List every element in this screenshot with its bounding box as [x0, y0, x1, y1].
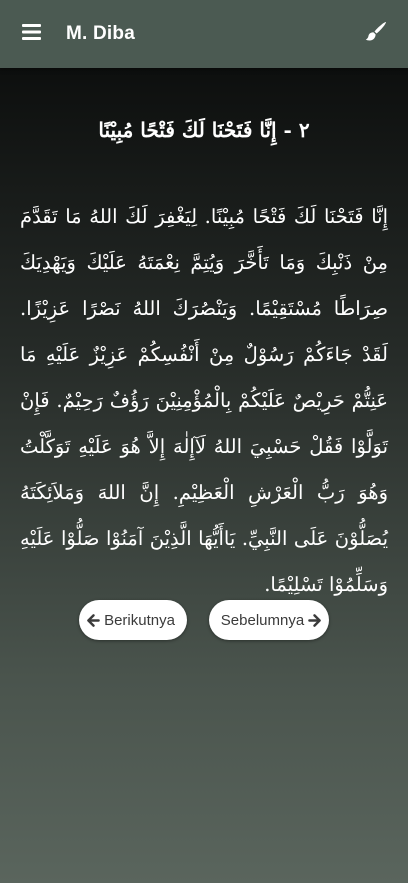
prev-button[interactable]: Berikutnya — [79, 600, 187, 640]
app-screen: M. Diba ٢ - إِنَّا فَتَحْنَا لَكَ فَتْحً… — [0, 0, 408, 883]
app-bar: M. Diba — [0, 0, 408, 68]
reading-content: ٢ - إِنَّا فَتَحْنَا لَكَ فَتْحًا مُبِيْ… — [0, 68, 408, 883]
arrow-right-icon — [308, 613, 322, 627]
menu-button[interactable] — [0, 0, 62, 68]
reading-heading: ٢ - إِنَّا فَتَحْنَا لَكَ فَتْحًا مُبِيْ… — [98, 118, 310, 142]
prev-button-label: Berikutnya — [104, 611, 175, 629]
app-title: M. Diba — [66, 23, 135, 44]
paint-brush-icon — [365, 21, 387, 47]
navigation-row: Berikutnya Sebelumnya — [0, 600, 408, 640]
theme-button[interactable] — [356, 14, 396, 54]
reading-text: إِنَّا فَتَحْنَا لَكَ فَتْحًا مُبِيْنًا.… — [20, 205, 388, 596]
arrow-left-icon — [87, 613, 100, 627]
hamburger-menu-icon — [21, 24, 41, 44]
next-button-label: Sebelumnya — [220, 611, 305, 629]
next-button[interactable]: Sebelumnya — [209, 600, 329, 640]
